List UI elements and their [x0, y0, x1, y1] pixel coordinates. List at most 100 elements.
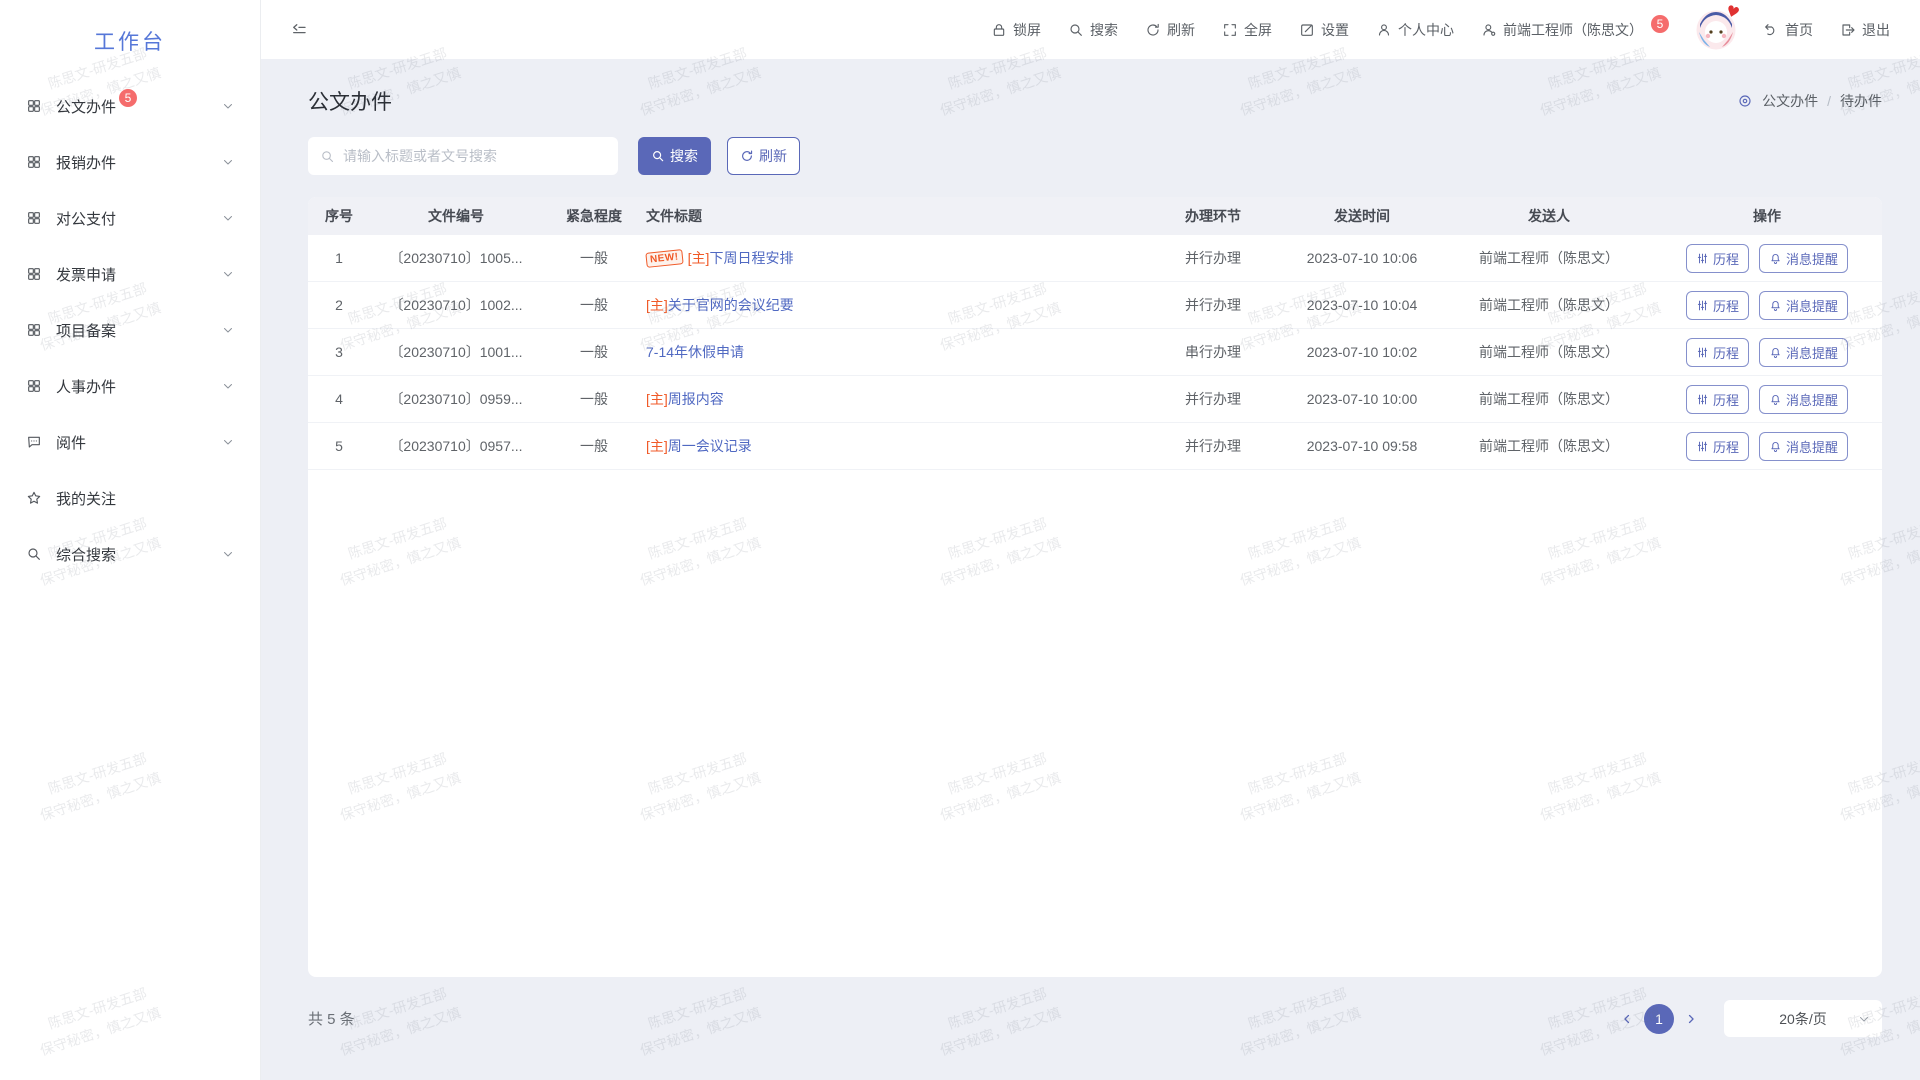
home-button[interactable]: 首页 [1763, 20, 1813, 40]
doc-title-link[interactable]: [主]周报内容 [646, 389, 724, 409]
user-button[interactable]: 个人中心 [1376, 20, 1454, 40]
chevron-down-icon [222, 436, 234, 448]
history-button[interactable]: 历程 [1686, 338, 1749, 367]
topbar-actions: 锁屏 搜索 刷新 全屏 设置 个人中心 [991, 20, 1454, 40]
new-badge: NEW! [645, 249, 683, 268]
breadcrumb-item-1[interactable]: 公文办件 [1762, 91, 1818, 111]
total-count: 共 5 条 [308, 1008, 355, 1029]
sidebar-item-4[interactable]: 发票申请 [0, 246, 260, 302]
sidebar-item-1[interactable]: 公文办件 5 [0, 78, 260, 134]
bell-icon [1769, 393, 1782, 406]
sidebar: 工作台 公文办件 5 报销办件 对公支付 发票申请 项目备案 [0, 0, 261, 1080]
sidebar-item-label: 公文办件 [56, 96, 116, 117]
notify-button[interactable]: 消息提醒 [1759, 244, 1848, 273]
doc-number: 〔20230710〕0959... [370, 389, 542, 409]
doc-tag: [主] [688, 250, 710, 266]
notify-button-label: 消息提醒 [1786, 296, 1838, 315]
doc-title-link[interactable]: [主]关于官网的会议纪要 [646, 295, 794, 315]
process-step: 并行办理 [1148, 248, 1278, 268]
next-page-button[interactable] [1684, 1012, 1698, 1026]
doc-number: 〔20230710〕1005... [370, 248, 542, 268]
current-page-button[interactable]: 1 [1644, 1004, 1674, 1034]
urgency: 一般 [542, 389, 646, 409]
star-icon [26, 490, 42, 506]
sender: 前端工程师（陈思文） [1446, 248, 1652, 268]
doc-number: 〔20230710〕0957... [370, 436, 542, 456]
history-button[interactable]: 历程 [1686, 385, 1749, 414]
sidebar-item-label: 综合搜索 [56, 544, 116, 565]
doc-title-link[interactable]: [主]下周日程安排 [688, 248, 794, 268]
notify-button[interactable]: 消息提醒 [1759, 432, 1848, 461]
notify-button[interactable]: 消息提醒 [1759, 385, 1848, 414]
table-row: 3 〔20230710〕1001... 一般 7-14年休假申请 串行办理 20… [308, 329, 1882, 376]
search-button[interactable]: 搜索 [1068, 20, 1118, 40]
refresh-icon [740, 149, 754, 163]
sidebar-item-label: 发票申请 [56, 264, 116, 285]
back-home-icon [1763, 22, 1779, 38]
refresh-button[interactable]: 刷新 [727, 137, 800, 175]
notify-button[interactable]: 消息提醒 [1759, 338, 1848, 367]
bell-icon [1769, 299, 1782, 312]
search-icon [1068, 22, 1084, 38]
sidebar-item-5[interactable]: 项目备案 [0, 302, 260, 358]
doc-title-link[interactable]: [主]周一会议记录 [646, 436, 752, 456]
row-index: 5 [308, 438, 370, 454]
notify-button[interactable]: 消息提醒 [1759, 291, 1848, 320]
table-header: 序号 文件编号 紧急程度 文件标题 办理环节 发送时间 发送人 操作 [308, 197, 1882, 235]
page-title: 公文办件 [308, 86, 392, 116]
menu-fold-icon[interactable] [290, 21, 308, 39]
sent-time: 2023-07-10 10:00 [1278, 391, 1446, 407]
sidebar-item-label: 报销办件 [56, 152, 116, 173]
doc-number: 〔20230710〕1002... [370, 295, 542, 315]
fullscreen-button[interactable]: 全屏 [1222, 20, 1272, 40]
comment-icon [26, 434, 42, 450]
topbar-action-label: 刷新 [1167, 20, 1195, 40]
topbar-action-label: 设置 [1321, 20, 1349, 40]
table-row: 1 〔20230710〕1005... 一般 NEW! [主]下周日程安排 并行… [308, 235, 1882, 282]
lock-button[interactable]: 锁屏 [991, 20, 1041, 40]
sliders-icon [1696, 346, 1709, 359]
sidebar-item-7[interactable]: 阅件 [0, 414, 260, 470]
process-step: 并行办理 [1148, 389, 1278, 409]
sidebar-item-3[interactable]: 对公支付 [0, 190, 260, 246]
history-button[interactable]: 历程 [1686, 244, 1749, 273]
topbar-action-label: 全屏 [1244, 20, 1272, 40]
current-user-button[interactable]: 前端工程师（陈思文） 5 [1481, 20, 1669, 40]
search-input[interactable] [343, 148, 606, 164]
sidebar-item-8[interactable]: 我的关注 [0, 470, 260, 526]
settings-button[interactable]: 设置 [1299, 20, 1349, 40]
sidebar-item-2[interactable]: 报销办件 [0, 134, 260, 190]
sidebar-item-9[interactable]: 综合搜索 [0, 526, 260, 582]
row-index: 4 [308, 391, 370, 407]
sidebar-item-6[interactable]: 人事办件 [0, 358, 260, 414]
sent-time: 2023-07-10 10:06 [1278, 250, 1446, 266]
urgency: 一般 [542, 295, 646, 315]
row-index: 1 [308, 250, 370, 266]
prev-page-button[interactable] [1620, 1012, 1634, 1026]
page-size-value: 20条/页 [1779, 1009, 1826, 1029]
sidebar-item-label: 人事办件 [56, 376, 116, 397]
history-button[interactable]: 历程 [1686, 291, 1749, 320]
topbar-action-label: 锁屏 [1013, 20, 1041, 40]
user-icon [1376, 22, 1392, 38]
doc-tag: [主] [646, 391, 668, 407]
doc-tag: [主] [646, 297, 668, 313]
heart-icon: ♥ [1723, 1, 1741, 22]
table-footer: 共 5 条 1 20条/页 [308, 1000, 1882, 1037]
logout-button[interactable]: 退出 [1840, 20, 1890, 40]
search-button[interactable]: 搜索 [638, 137, 711, 175]
notify-button-label: 消息提醒 [1786, 343, 1838, 362]
refresh-button[interactable]: 刷新 [1145, 20, 1195, 40]
topbar-action-label: 搜索 [1090, 20, 1118, 40]
topbar: 锁屏 搜索 刷新 全屏 设置 个人中心 前端工程师（陈思文） 5 [261, 0, 1920, 59]
chevron-down-icon [222, 156, 234, 168]
logout-label: 退出 [1862, 20, 1890, 40]
avatar[interactable]: ♥ [1696, 10, 1736, 50]
page-size-select[interactable]: 20条/页 [1724, 1000, 1882, 1037]
notify-button-label: 消息提醒 [1786, 249, 1838, 268]
doc-title-link[interactable]: 7-14年休假申请 [646, 342, 744, 362]
content: 公文办件 公文办件 / 待办件 [261, 59, 1920, 1080]
urgency: 一般 [542, 436, 646, 456]
history-button[interactable]: 历程 [1686, 432, 1749, 461]
doc-title: 7-14年休假申请 [646, 344, 744, 360]
